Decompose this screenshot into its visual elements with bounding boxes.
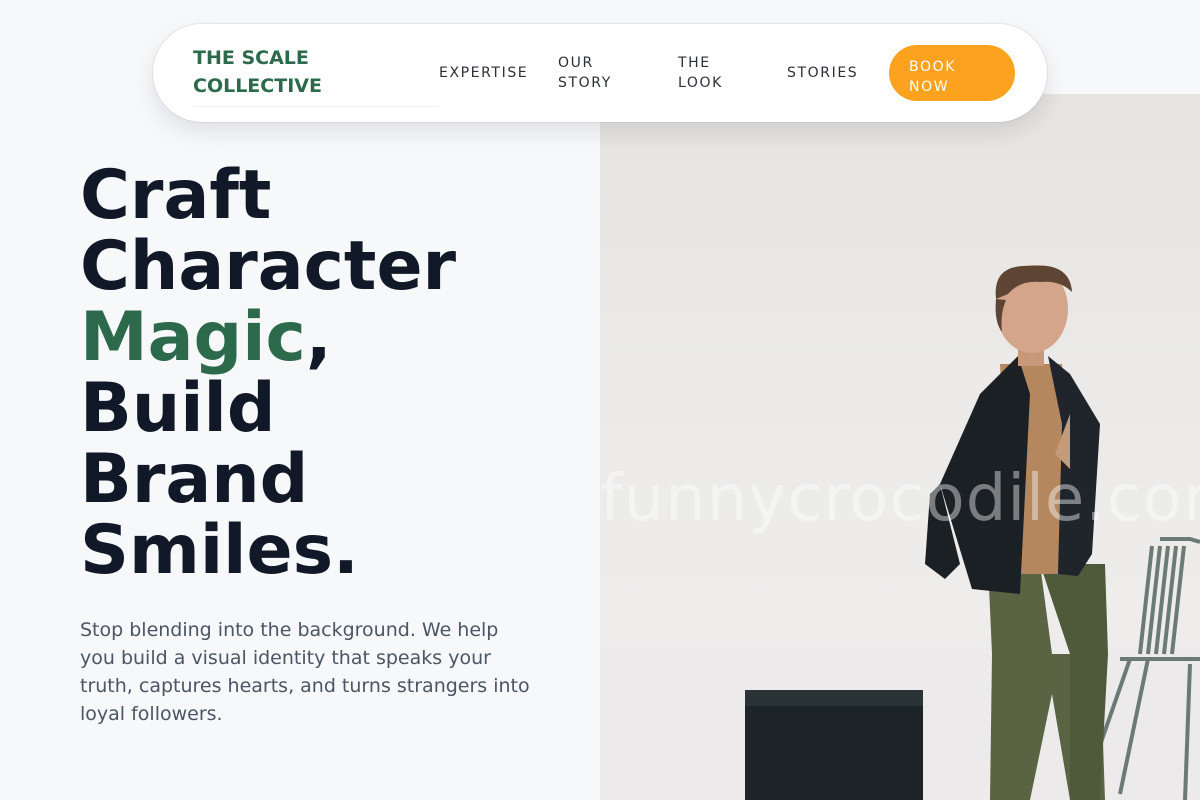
brand-logo[interactable]: THE SCALE COLLECTIVE bbox=[193, 44, 439, 107]
nav-link-our-story[interactable]: OUR STORY bbox=[558, 53, 648, 93]
nav-link-our-story-line-2: STORY bbox=[558, 75, 612, 91]
hero-photo-illustration bbox=[600, 265, 1200, 800]
book-now-line-2: NOW bbox=[909, 79, 950, 95]
top-navbar: THE SCALE COLLECTIVE EXPERTISE OUR STORY… bbox=[153, 24, 1047, 122]
nav-link-the-look-line-2: LOOK bbox=[678, 75, 723, 91]
headline-line-5: Brand bbox=[80, 440, 309, 519]
headline-accent-suffix: , bbox=[305, 298, 332, 377]
hero-description: Stop blending into the background. We he… bbox=[80, 619, 530, 725]
hero-image: funnycrocodile.com bbox=[600, 94, 1200, 800]
headline-line-1: Craft bbox=[80, 156, 272, 235]
headline-line-3: Magic, bbox=[80, 302, 580, 373]
headline-line-6: Smiles. bbox=[80, 511, 359, 590]
image-watermark: funnycrocodile.com bbox=[600, 462, 1200, 536]
nav-link-expertise-label: EXPERTISE bbox=[439, 65, 529, 81]
nav-link-the-look[interactable]: THE LOOK bbox=[678, 53, 768, 93]
headline-accent-word: Magic bbox=[80, 298, 306, 377]
brand-line-1: THE SCALE bbox=[193, 47, 309, 69]
nav-link-our-story-line-1: OUR bbox=[558, 55, 594, 71]
book-now-button[interactable]: BOOK NOW bbox=[889, 45, 1015, 101]
nav-link-stories[interactable]: STORIES bbox=[787, 63, 858, 83]
nav-link-expertise[interactable]: EXPERTISE bbox=[439, 63, 528, 83]
headline-line-4: Build bbox=[80, 369, 276, 448]
brand-line-2: COLLECTIVE bbox=[193, 75, 322, 97]
book-now-line-1: BOOK bbox=[909, 59, 956, 75]
headline-line-2: Character bbox=[80, 227, 457, 306]
nav-link-stories-label: STORIES bbox=[787, 65, 859, 81]
hero-headline: Craft Character Magic, Build Brand Smile… bbox=[80, 160, 580, 586]
nav-link-the-look-line-1: THE bbox=[678, 55, 711, 71]
